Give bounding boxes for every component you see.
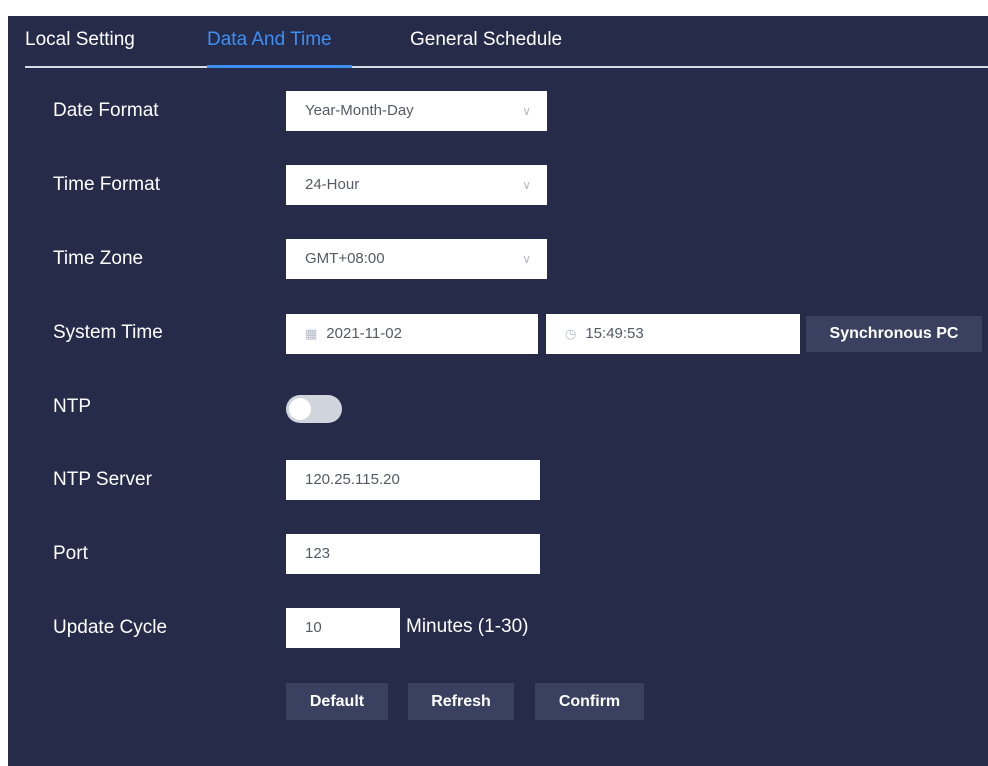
chevron-down-icon: ∨ xyxy=(522,178,531,192)
refresh-button[interactable]: Refresh xyxy=(408,683,514,720)
tab-data-and-time[interactable]: Data And Time xyxy=(207,29,332,51)
time-zone-value: GMT+08:00 xyxy=(305,250,385,267)
system-time-label: System Time xyxy=(53,322,163,343)
port-input[interactable]: 123 xyxy=(286,534,540,574)
time-zone-select[interactable]: GMT+08:00 ∨ xyxy=(286,239,547,279)
ntp-toggle[interactable] xyxy=(286,395,342,423)
port-label: Port xyxy=(53,543,88,564)
chevron-down-icon: ∨ xyxy=(522,252,531,266)
system-time-value: 15:49:53 xyxy=(585,325,644,342)
synchronous-pc-button[interactable]: Synchronous PC xyxy=(806,316,982,352)
ntp-server-input[interactable]: 120.25.115.20 xyxy=(286,460,540,500)
calendar-icon: ▦ xyxy=(305,326,318,341)
confirm-button[interactable]: Confirm xyxy=(535,683,644,720)
time-format-select[interactable]: 24-Hour ∨ xyxy=(286,165,547,205)
tab-general-schedule[interactable]: General Schedule xyxy=(410,29,562,51)
system-time-picker[interactable]: ◷ 15:49:53 xyxy=(546,314,800,354)
clock-icon: ◷ xyxy=(565,326,577,341)
ntp-label: NTP xyxy=(53,396,91,417)
update-cycle-unit: Minutes (1-30) xyxy=(406,616,529,637)
date-format-select[interactable]: Year-Month-Day ∨ xyxy=(286,91,547,131)
time-format-value: 24-Hour xyxy=(305,176,360,193)
update-cycle-label: Update Cycle xyxy=(53,617,168,638)
tab-bar-divider xyxy=(25,66,988,68)
tab-bar: Local Setting Data And Time General Sche… xyxy=(8,16,988,68)
date-format-label: Date Format xyxy=(53,100,159,121)
time-format-label: Time Format xyxy=(53,174,160,195)
date-format-value: Year-Month-Day xyxy=(305,102,414,119)
chevron-down-icon: ∨ xyxy=(522,104,531,118)
active-tab-indicator xyxy=(207,65,352,68)
time-zone-label: Time Zone xyxy=(53,248,144,269)
default-button[interactable]: Default xyxy=(286,683,388,720)
ntp-server-label: NTP Server xyxy=(53,469,152,490)
settings-panel: Local Setting Data And Time General Sche… xyxy=(8,16,988,766)
system-date-picker[interactable]: ▦ 2021-11-02 xyxy=(286,314,538,354)
system-date-value: 2021-11-02 xyxy=(326,325,402,342)
ntp-toggle-knob xyxy=(289,398,311,420)
update-cycle-input[interactable]: 10 xyxy=(286,608,400,648)
tab-local-setting[interactable]: Local Setting xyxy=(25,29,135,51)
